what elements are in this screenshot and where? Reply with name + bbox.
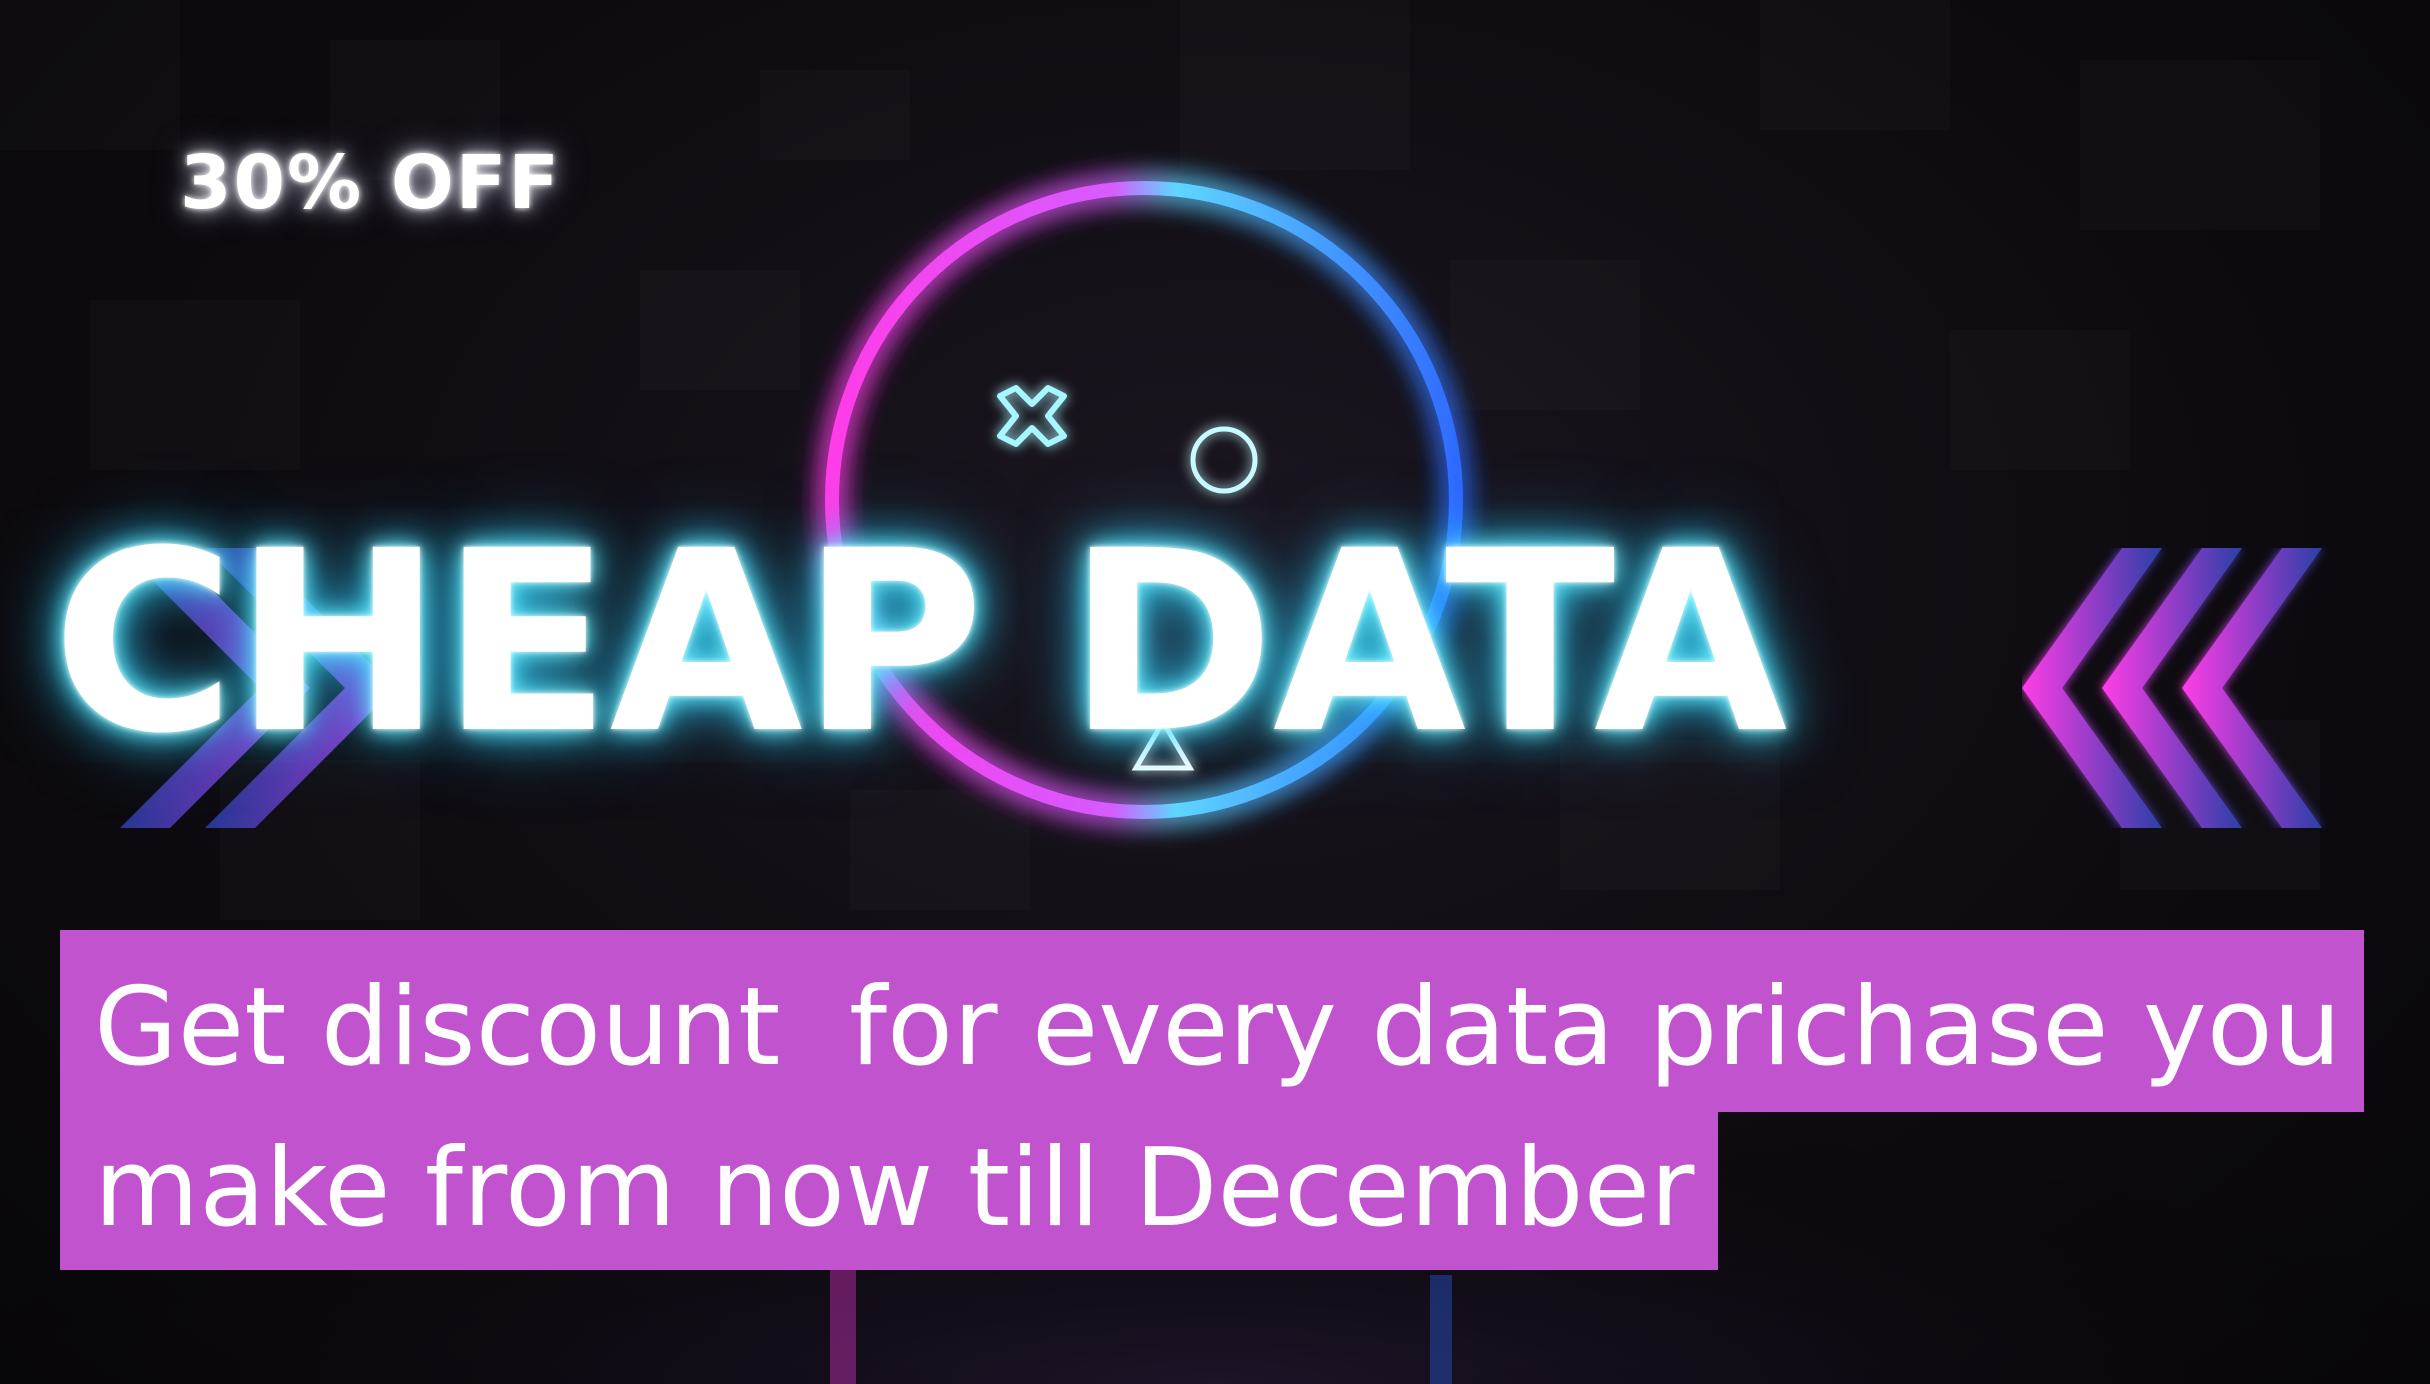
tagline-box: Get discount for every data prichase you… [60,930,2364,1270]
chevrons-left-icon [2022,548,2322,828]
tagline-line-1: Get discount for every data prichase you [94,965,2342,1090]
headline: CHEAP DATA [52,497,1787,788]
tagline-line-2: make from now till December [94,1126,1695,1251]
circle-icon [1190,426,1258,494]
promo-banner: 30% OFF CHEAP DATA Get discount for ever… [0,0,2430,1384]
cross-icon [997,385,1067,447]
discount-badge: 30% OFF [180,140,561,226]
